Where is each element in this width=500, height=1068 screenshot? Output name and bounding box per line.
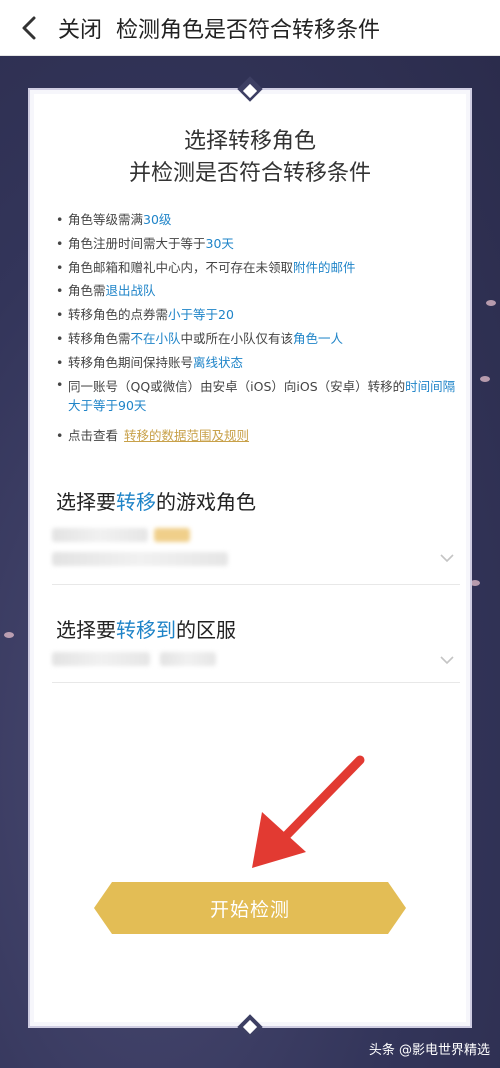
divider	[52, 584, 460, 585]
rule-item: 转移角色的点券需小于等于20	[56, 303, 456, 327]
chevron-down-icon	[440, 554, 454, 563]
rule-item-view-link: 点击查看转移的数据范围及规则	[56, 424, 456, 448]
close-link[interactable]: 关闭	[58, 12, 102, 44]
rule-highlight: 角色一人	[293, 330, 344, 346]
rule-highlight: 离线状态	[193, 354, 244, 370]
start-check-button[interactable]: 开始检测	[94, 882, 406, 934]
redacted-role-detail	[52, 552, 228, 566]
rule-item: 角色需退出战队	[56, 279, 456, 303]
rule-item: 角色注册时间需大于等于30天	[56, 232, 456, 256]
rule-highlight: 小于等于20	[168, 307, 234, 323]
back-icon	[22, 16, 36, 39]
rule-text: 角色需	[68, 283, 106, 299]
server-select-dropdown[interactable]	[52, 644, 460, 704]
requirements-list: 角色等级需满30级角色注册时间需大于等于30天角色邮箱和赠礼中心内，不可存在未领…	[56, 208, 456, 447]
petal-decoration	[480, 376, 490, 382]
rule-text: 中或所在小队仅有该	[180, 330, 294, 346]
server-title-suffix: 的区服	[176, 618, 236, 642]
role-title-prefix: 选择要	[56, 490, 116, 514]
role-section-title: 选择要转移的游戏角色	[56, 486, 456, 515]
rule-highlight: 不在小队	[130, 330, 181, 346]
server-title-highlight: 转移到	[116, 618, 176, 642]
rule-text: 角色注册时间需大于等于	[68, 235, 206, 251]
redacted-role-badge	[154, 528, 190, 542]
rule-item: 同一账号（QQ或微信）由安卓（iOS）向iOS（安卓）转移的时间间隔大于等于90…	[56, 375, 456, 418]
redacted-role-name	[52, 528, 148, 542]
role-title-suffix: 的游戏角色	[156, 490, 256, 514]
rule-highlight: 退出战队	[105, 283, 156, 299]
top-navigation-bar: 关闭 检测角色是否符合转移条件	[0, 0, 500, 56]
watermark: 头条 @影电世界精选	[368, 1043, 490, 1058]
rule-highlight: 30级	[143, 212, 172, 227]
headline-line-2: 并检测是否符合转移条件	[128, 161, 371, 186]
card-headline: 选择转移角色 并检测是否符合转移条件	[34, 126, 466, 190]
redacted-server-zone	[160, 652, 216, 666]
headline-line-1: 选择转移角色	[183, 129, 316, 154]
rule-item: 角色邮箱和赠礼中心内，不可存在未领取附件的邮件	[56, 256, 456, 280]
rule-text: 转移角色的点券需	[68, 307, 169, 323]
back-button[interactable]	[0, 0, 58, 56]
rule-item: 角色等级需满30级	[56, 208, 456, 232]
rule-item: 转移角色期间保持账号离线状态	[56, 351, 456, 375]
view-rules-prefix: 点击查看	[68, 427, 119, 443]
role-select-dropdown[interactable]	[52, 522, 460, 582]
petal-decoration	[486, 300, 496, 306]
chevron-down-icon	[440, 656, 454, 665]
petal-decoration	[4, 632, 14, 638]
page-title: 检测角色是否符合转移条件	[116, 17, 381, 43]
divider	[52, 682, 460, 683]
redacted-server-name	[52, 652, 150, 666]
rule-text: 角色等级需满	[68, 212, 144, 227]
rule-item: 转移角色需不在小队中或所在小队仅有该角色一人	[56, 327, 456, 351]
rule-text: 同一账号（QQ或微信）由安卓（iOS）向iOS（安卓）转移的	[68, 378, 406, 394]
rule-text: 角色邮箱和赠礼中心内，不可存在未领取	[68, 259, 294, 275]
rule-text: 转移角色期间保持账号	[68, 354, 194, 370]
rule-text: 转移角色需	[68, 330, 131, 346]
rule-highlight: 附件的邮件	[293, 259, 356, 275]
server-title-prefix: 选择要	[56, 618, 116, 642]
role-title-highlight: 转移	[116, 490, 156, 514]
server-section-title: 选择要转移到的区服	[56, 614, 456, 643]
rule-highlight: 30天	[205, 235, 234, 251]
view-rules-link[interactable]: 转移的数据范围及规则	[124, 428, 249, 443]
